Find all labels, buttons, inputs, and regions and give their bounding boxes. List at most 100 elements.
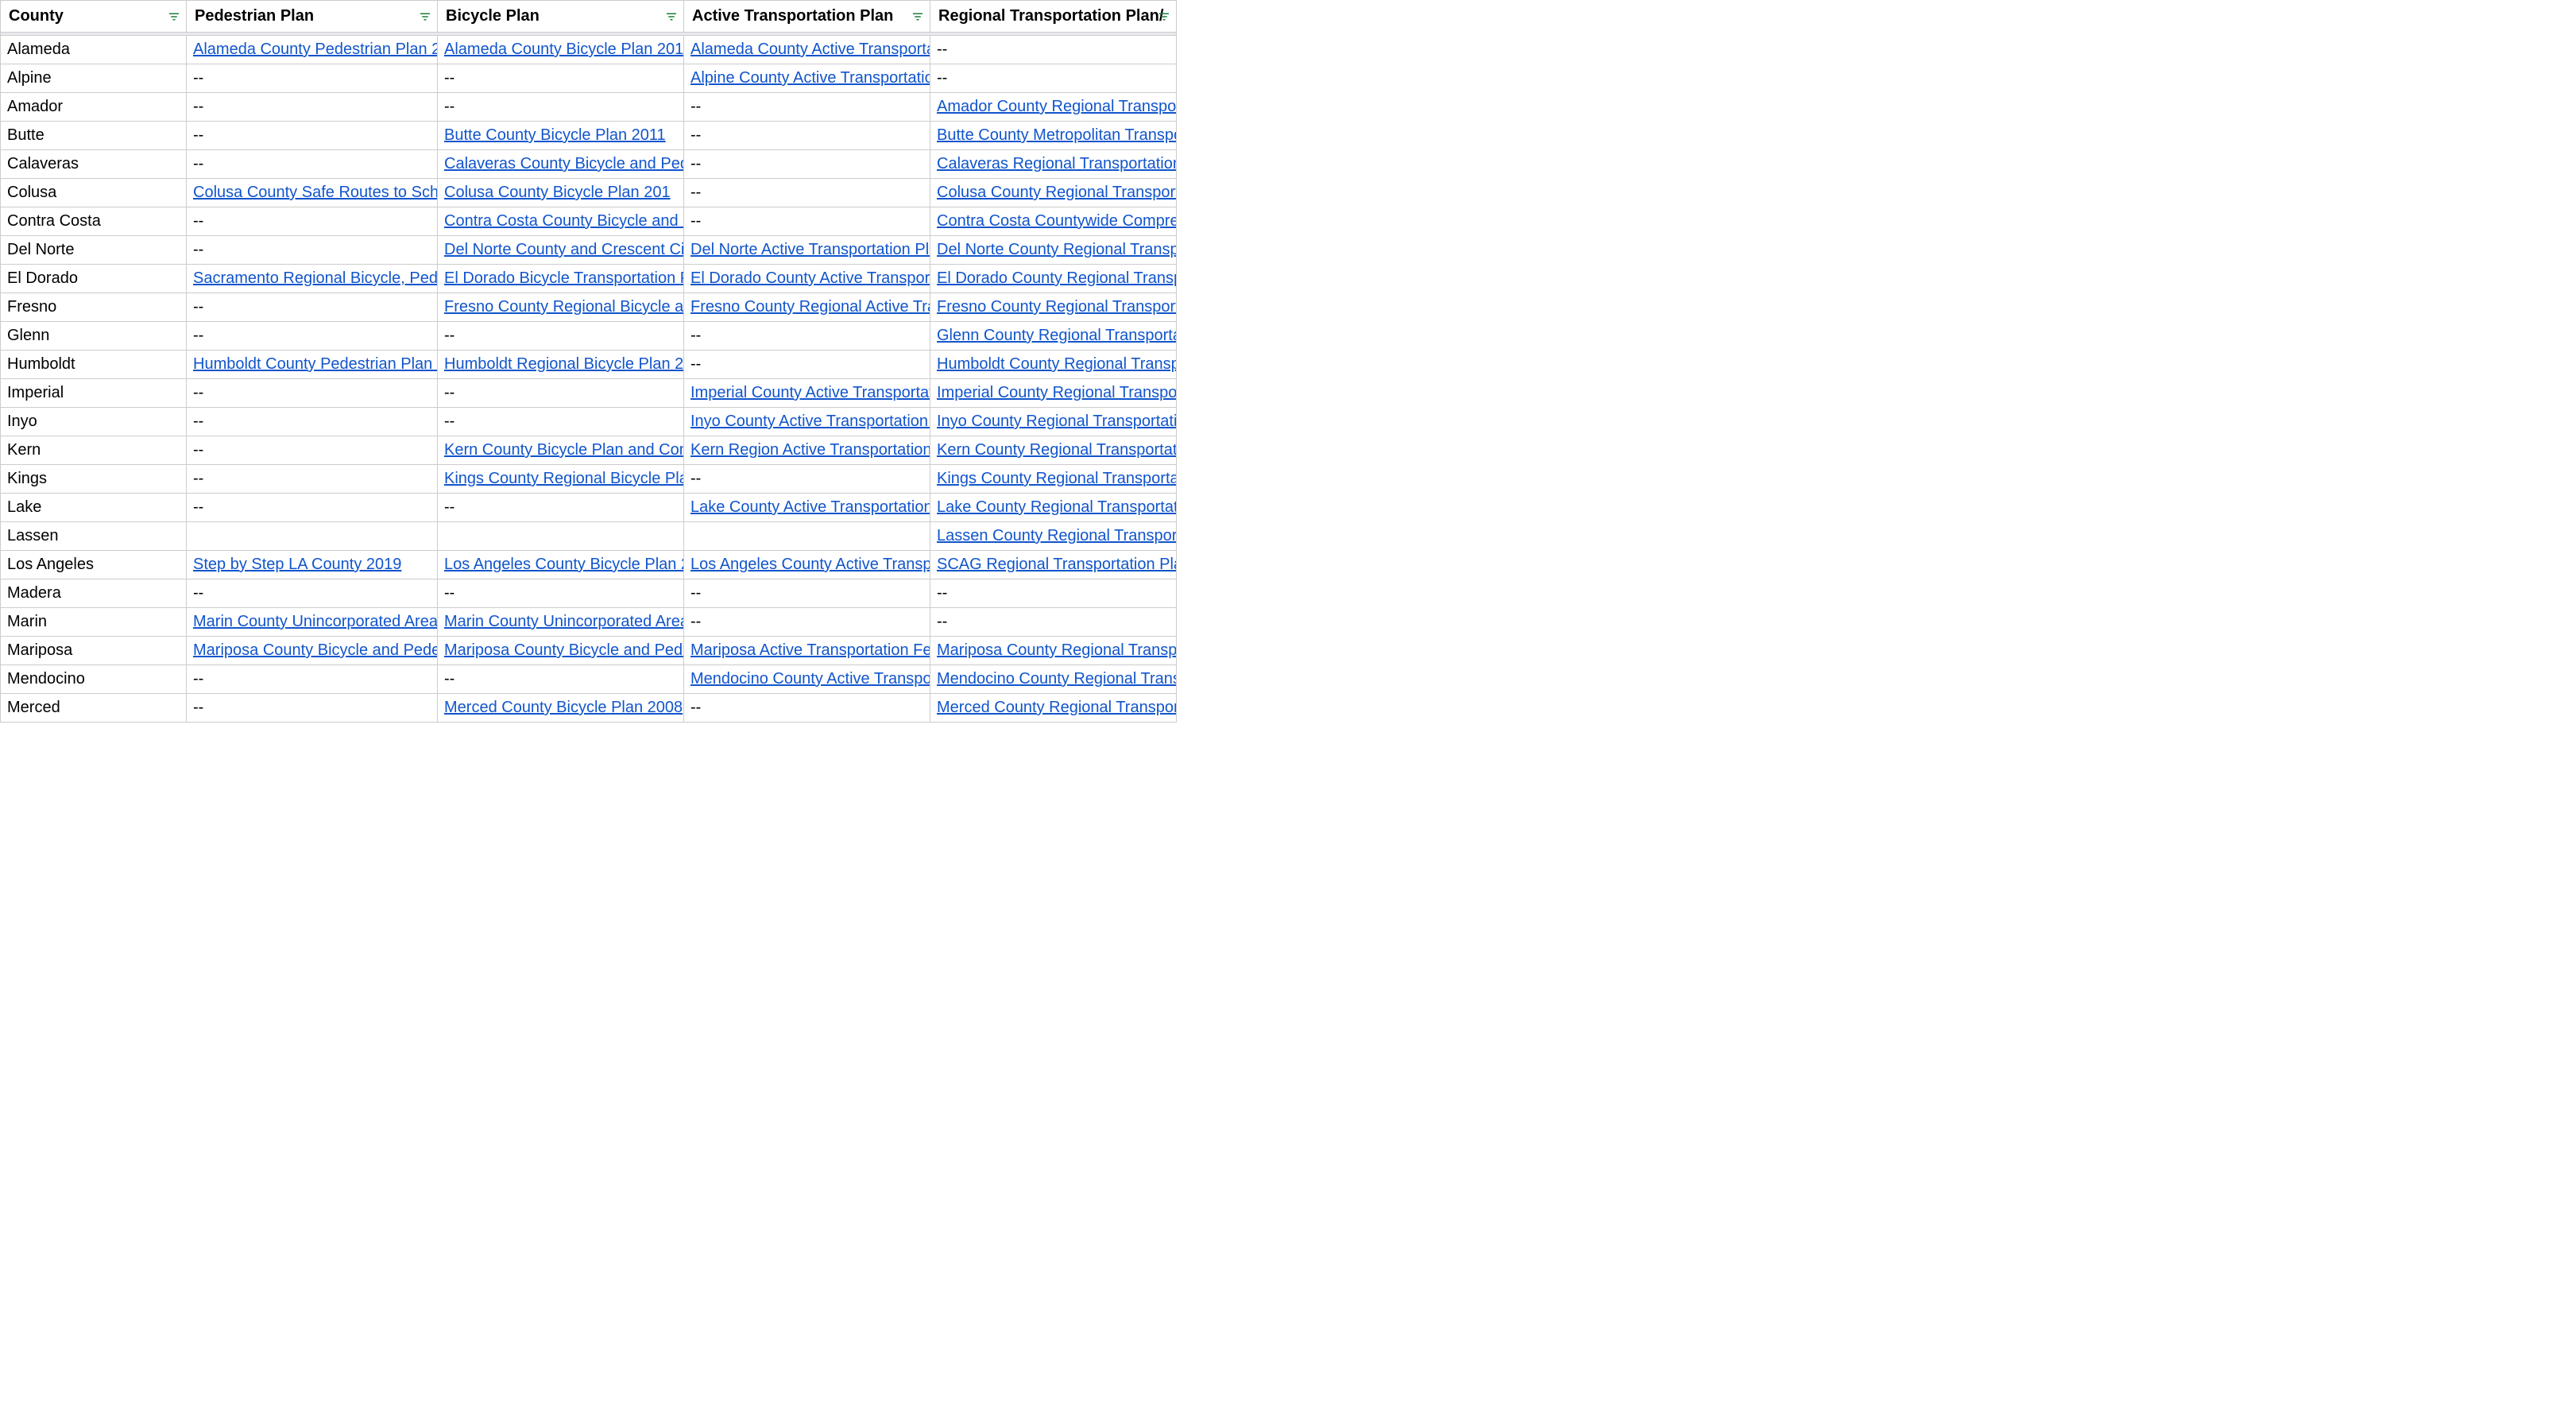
plan-cell: El Dorado County Regional Transp bbox=[930, 265, 1177, 293]
county-cell: Del Norte bbox=[1, 236, 187, 265]
plan-link[interactable]: Mariposa County Bicycle and Pede bbox=[193, 641, 438, 659]
plan-link[interactable]: Del Norte County Regional Transp bbox=[937, 241, 1177, 258]
plan-link[interactable]: Merced County Bicycle Plan 2008 bbox=[444, 699, 683, 716]
plan-link[interactable]: Merced County Regional Transpor bbox=[937, 699, 1177, 716]
plan-link[interactable]: Humboldt County Regional Transp bbox=[937, 355, 1177, 373]
empty-value: -- bbox=[690, 155, 701, 172]
plan-link[interactable]: Humboldt Regional Bicycle Plan 20 bbox=[444, 355, 684, 373]
filter-icon[interactable] bbox=[911, 10, 925, 24]
plan-cell: Del Norte County and Crescent Cit bbox=[438, 236, 684, 265]
plan-link[interactable]: Kern Region Active Transportation bbox=[690, 441, 930, 459]
plan-cell: Mendocino County Regional Trans bbox=[930, 665, 1177, 694]
plan-link[interactable]: Kings County Regional Transporta bbox=[937, 470, 1177, 487]
column-header[interactable]: Active Transportation Plan bbox=[684, 1, 930, 33]
plan-link[interactable]: Butte County Bicycle Plan 2011 bbox=[444, 126, 666, 144]
plan-link[interactable]: Alameda County Active Transporta bbox=[690, 41, 930, 58]
plan-link[interactable]: Humboldt County Pedestrian Plan 2 bbox=[193, 355, 438, 373]
plan-link[interactable]: Alpine County Active Transportation bbox=[690, 69, 930, 87]
county-cell: Calaveras bbox=[1, 150, 187, 179]
plan-link[interactable]: Los Angeles County Bicycle Plan 2 bbox=[444, 556, 684, 573]
plan-cell: Lake County Active Transportation bbox=[684, 494, 930, 522]
plan-link[interactable]: Sacramento Regional Bicycle, Ped bbox=[193, 269, 438, 287]
county-cell: Madera bbox=[1, 579, 187, 608]
plan-link[interactable]: Fresno County Regional Transport bbox=[937, 298, 1177, 316]
plan-cell: Glenn County Regional Transporta bbox=[930, 322, 1177, 351]
filter-icon[interactable] bbox=[167, 10, 181, 24]
plan-link[interactable]: Imperial County Active Transportati bbox=[690, 384, 930, 401]
plan-cell: -- bbox=[187, 64, 438, 93]
filter-icon[interactable] bbox=[1157, 10, 1171, 24]
column-header[interactable]: Bicycle Plan bbox=[438, 1, 684, 33]
plan-link[interactable]: Lake County Active Transportation bbox=[690, 498, 930, 516]
plan-cell: Humboldt County Regional Transp bbox=[930, 351, 1177, 379]
plan-link[interactable]: Colusa County Regional Transport bbox=[937, 184, 1177, 201]
plan-cell: Merced County Regional Transpor bbox=[930, 694, 1177, 723]
column-header[interactable]: County bbox=[1, 1, 187, 33]
plan-link[interactable]: Del Norte Active Transportation Pla bbox=[690, 241, 930, 258]
plan-cell: Inyo County Regional Transportatio bbox=[930, 408, 1177, 436]
plan-link[interactable]: Alameda County Pedestrian Plan 2 bbox=[193, 41, 438, 58]
plan-link[interactable]: Marin County Unincorporated Area bbox=[444, 613, 684, 630]
plan-link[interactable]: Mendocino County Active Transpor bbox=[690, 670, 930, 688]
plan-link[interactable]: Inyo County Regional Transportatio bbox=[937, 413, 1177, 430]
county-cell: Glenn bbox=[1, 322, 187, 351]
plan-link[interactable]: El Dorado County Regional Transp bbox=[937, 269, 1177, 287]
table-row: Lake----Lake County Active Transportatio… bbox=[1, 494, 1177, 522]
plan-link[interactable]: Alameda County Bicycle Plan 2012 bbox=[444, 41, 684, 58]
empty-value: -- bbox=[444, 98, 454, 115]
filter-icon[interactable] bbox=[664, 10, 679, 24]
plan-link[interactable]: Lake County Regional Transportati bbox=[937, 498, 1177, 516]
plan-link[interactable]: Mariposa County Regional Transpo bbox=[937, 641, 1177, 659]
plan-link[interactable]: Calaveras County Bicycle and Ped bbox=[444, 155, 684, 172]
empty-value: -- bbox=[690, 212, 701, 230]
plan-cell: -- bbox=[187, 694, 438, 723]
plan-cell: Inyo County Active Transportation P bbox=[684, 408, 930, 436]
plan-cell: Del Norte Active Transportation Pla bbox=[684, 236, 930, 265]
plan-link[interactable]: Step by Step LA County 2019 bbox=[193, 556, 401, 573]
filter-icon[interactable] bbox=[418, 10, 432, 24]
plan-link[interactable]: Amador County Regional Transpor bbox=[937, 98, 1177, 115]
plan-link[interactable]: Mariposa Active Transportation Fea bbox=[690, 641, 930, 659]
plan-link[interactable]: Fresno County Regional Bicycle an bbox=[444, 298, 684, 316]
plan-link[interactable]: Marin County Unincorporated Area bbox=[193, 613, 438, 630]
county-cell: Kern bbox=[1, 436, 187, 465]
plan-link[interactable]: Kern County Regional Transportati bbox=[937, 441, 1177, 459]
plan-link[interactable]: Butte County Metropolitan Transpo bbox=[937, 126, 1177, 144]
plan-cell: -- bbox=[438, 579, 684, 608]
plan-link[interactable]: Fresno County Regional Active Tra bbox=[690, 298, 930, 316]
plan-link[interactable]: Calaveras Regional Transportation bbox=[937, 155, 1177, 172]
plan-link[interactable]: Colusa County Bicycle Plan 201 bbox=[444, 184, 671, 201]
county-cell: Inyo bbox=[1, 408, 187, 436]
plan-link[interactable]: Contra Costa County Bicycle and P bbox=[444, 212, 684, 230]
table-row: Calaveras -- Calaveras County Bicycle and … bbox=[1, 150, 1177, 179]
column-header-label: County bbox=[9, 7, 64, 25]
plan-link[interactable]: Del Norte County and Crescent Cit bbox=[444, 241, 684, 258]
plan-cell: Calaveras County Bicycle and Ped bbox=[438, 150, 684, 179]
plan-cell: -- bbox=[187, 465, 438, 494]
plan-cell: Fresno County Regional Transport bbox=[930, 293, 1177, 322]
plan-link[interactable]: Glenn County Regional Transporta bbox=[937, 327, 1177, 344]
plan-link[interactable]: Imperial County Regional Transpor bbox=[937, 384, 1177, 401]
plan-cell: -- bbox=[187, 436, 438, 465]
plan-link[interactable]: Mariposa County Bicycle and Pede bbox=[444, 641, 684, 659]
plan-link[interactable]: Colusa County Safe Routes to Sch bbox=[193, 184, 438, 201]
plan-link[interactable]: Los Angeles County Active Transpo bbox=[690, 556, 930, 573]
plan-link[interactable]: Mendocino County Regional Trans bbox=[937, 670, 1177, 688]
plan-link[interactable]: Kern County Bicycle Plan and Com bbox=[444, 441, 684, 459]
plan-cell bbox=[684, 522, 930, 551]
plan-link[interactable]: El Dorado County Active Transport bbox=[690, 269, 930, 287]
plan-link[interactable]: Kings County Regional Bicycle Pla bbox=[444, 470, 684, 487]
column-header[interactable]: Regional Transportation Plan/ bbox=[930, 1, 1177, 33]
plan-link[interactable]: Contra Costa Countywide Compre bbox=[937, 212, 1177, 230]
empty-value: -- bbox=[690, 355, 701, 373]
plan-link[interactable]: Inyo County Active Transportation P bbox=[690, 413, 930, 430]
plan-cell: Los Angeles County Active Transpo bbox=[684, 551, 930, 579]
column-header-label: Pedestrian Plan bbox=[195, 7, 314, 25]
plans-table: County Pedestrian Plan Bicycle PlanActive … bbox=[0, 0, 1177, 723]
plan-link[interactable]: El Dorado Bicycle Transportation P bbox=[444, 269, 684, 287]
plan-cell: -- bbox=[930, 608, 1177, 637]
county-cell: Mendocino bbox=[1, 665, 187, 694]
column-header[interactable]: Pedestrian Plan bbox=[187, 1, 438, 33]
plan-link[interactable]: SCAG Regional Transportation Pla bbox=[937, 556, 1177, 573]
plan-link[interactable]: Lassen County Regional Transport bbox=[937, 527, 1177, 544]
